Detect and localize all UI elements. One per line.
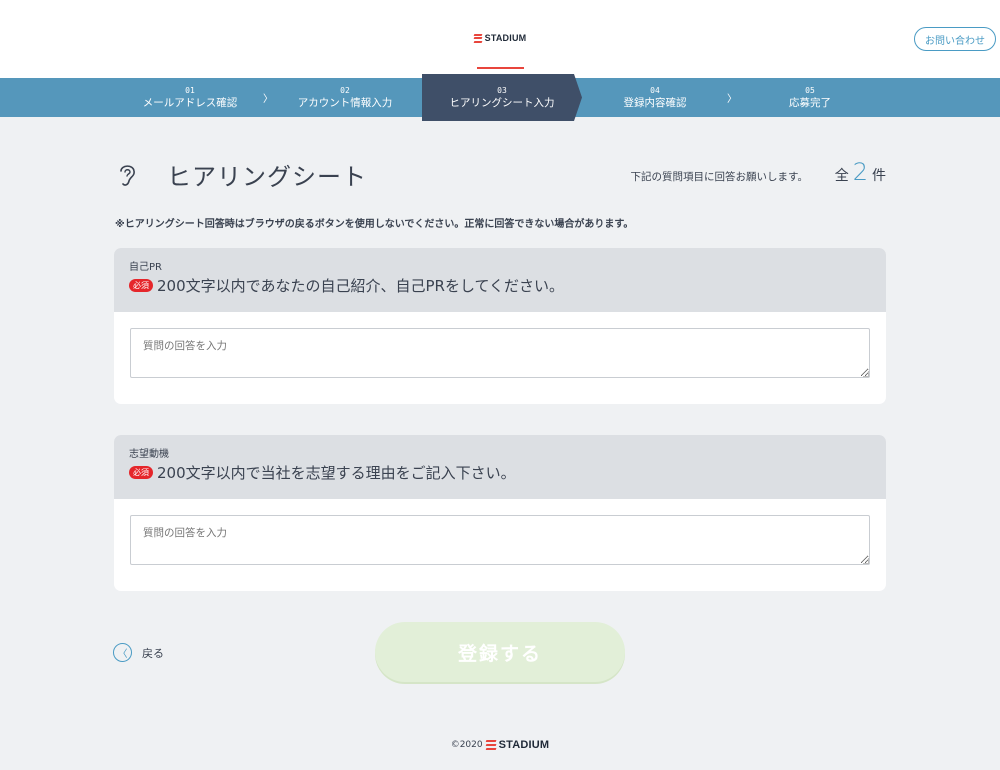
- question-body: [114, 499, 886, 591]
- back-label[interactable]: 戻る: [142, 645, 164, 661]
- required-badge: 必須: [129, 279, 153, 292]
- contact-button[interactable]: お問い合わせ: [914, 27, 996, 51]
- resize-handle-icon[interactable]: [863, 558, 869, 564]
- ear-icon: [120, 165, 135, 186]
- question-body: [114, 312, 886, 404]
- question-text: 200文字以内で当社を志望する理由をご記入下さい。: [157, 464, 516, 482]
- copyright-text: ©2020: [450, 740, 483, 750]
- count-suffix: 件: [872, 168, 886, 184]
- step-number: 01: [185, 85, 195, 95]
- step-label: ヒアリングシート入力: [449, 96, 555, 109]
- instruction-text: 下記の質問項目に回答お願いします。: [630, 171, 808, 183]
- header-brand-text: STADIUM: [484, 33, 527, 43]
- step-4: 04 登録内容確認: [575, 78, 735, 117]
- count-value: 2: [852, 158, 868, 186]
- footer-brand-text: STADIUM: [498, 739, 550, 751]
- step-1: 01 メールアドレス確認: [110, 78, 270, 117]
- question-card: 志望動機 必須 200文字以内で当社を志望する理由をご記入下さい。: [114, 435, 886, 591]
- count-prefix: 全: [834, 168, 849, 184]
- step-label: 応募完了: [789, 96, 831, 109]
- answer-textarea[interactable]: [130, 515, 870, 565]
- step-3: 03 ヒアリングシート入力: [422, 78, 582, 117]
- register-button[interactable]: 登録する: [375, 622, 625, 682]
- question-line: 必須 200文字以内であなたの自己紹介、自己PRをしてください。: [129, 275, 871, 296]
- question-card: 自己PR 必須 200文字以内であなたの自己紹介、自己PRをしてください。: [114, 248, 886, 404]
- stadium-logo-icon: [485, 739, 497, 751]
- back-link[interactable]: 〈 戻る: [113, 643, 164, 662]
- page-title-row: ヒアリングシート 下記の質問項目に回答お願いします。 全 2 件: [115, 155, 886, 195]
- site-header: STADIUM お問い合わせ: [0, 0, 1000, 78]
- step-2: 02 アカウント情報入力: [265, 78, 425, 117]
- step-number: 03: [497, 85, 507, 95]
- step-number: 02: [340, 85, 350, 95]
- question-line: 必須 200文字以内で当社を志望する理由をご記入下さい。: [129, 462, 871, 483]
- question-text: 200文字以内であなたの自己紹介、自己PRをしてください。: [157, 277, 565, 295]
- chevron-left-icon[interactable]: 〈: [113, 643, 132, 662]
- question-category: 自己PR: [129, 262, 162, 273]
- step-number: 05: [805, 85, 815, 95]
- answer-wrapper: [130, 328, 870, 378]
- header-logo[interactable]: STADIUM: [0, 33, 1000, 43]
- browser-back-warning: ※ヒアリングシート回答時はブラウザの戻るボタンを使用しないでください。正常に回答…: [115, 219, 634, 230]
- step-number: 04: [650, 85, 660, 95]
- resize-handle-icon[interactable]: [863, 371, 869, 377]
- question-header: 志望動機 必須 200文字以内で当社を志望する理由をご記入下さい。: [114, 435, 886, 499]
- site-footer: ©2020 STADIUM: [0, 739, 1000, 751]
- required-badge: 必須: [129, 466, 153, 479]
- question-category: 志望動機: [129, 449, 169, 460]
- logo-underline: [477, 67, 524, 69]
- step-5: 05 応募完了: [730, 78, 890, 117]
- step-label: アカウント情報入力: [297, 96, 393, 109]
- answer-textarea[interactable]: [130, 328, 870, 378]
- step-label: 登録内容確認: [623, 96, 687, 109]
- question-count: 全 2 件: [834, 158, 886, 186]
- stadium-logo-icon: [473, 33, 482, 43]
- question-header: 自己PR 必須 200文字以内であなたの自己紹介、自己PRをしてください。: [114, 248, 886, 312]
- answer-wrapper: [130, 515, 870, 565]
- page-title: ヒアリングシート: [167, 163, 367, 191]
- step-label: メールアドレス確認: [142, 96, 238, 109]
